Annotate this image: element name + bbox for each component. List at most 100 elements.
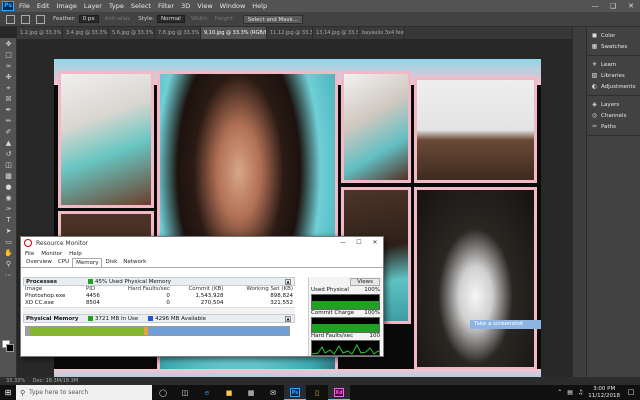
rm-tab-overview[interactable]: Overview — [23, 258, 55, 267]
feather-input[interactable]: 0 px — [78, 15, 99, 23]
panel-color[interactable]: ◼ Color — [587, 30, 640, 41]
tab-doc-5-active[interactable]: 9,10.jpg @ 33.3% (RGB/8) — [201, 27, 267, 39]
notifications-icon[interactable]: □ — [624, 386, 638, 399]
history-brush-icon[interactable]: ↺ — [3, 149, 14, 159]
clone-stamp-icon[interactable]: ▲ — [3, 138, 14, 148]
tab-doc-8[interactable]: bayaulio 3x4 feet2.psd — [359, 27, 405, 39]
gradient-icon[interactable]: ▩ — [3, 171, 14, 181]
menu-view[interactable]: View — [197, 2, 212, 10]
taskbar-search-box[interactable]: ⚲ Type here to search — [16, 385, 152, 400]
more-tools-icon[interactable]: ⋯ — [3, 270, 14, 280]
blur-icon[interactable]: ● — [3, 182, 14, 192]
network-icon[interactable]: ▤ — [567, 389, 573, 396]
col-working-set[interactable]: Working Set (KB) — [225, 286, 295, 293]
eyedropper-icon[interactable]: ✒ — [3, 105, 14, 115]
zoom-level[interactable]: 33.33% — [6, 378, 25, 384]
menu-file[interactable]: File — [19, 2, 30, 10]
col-image[interactable]: Image — [23, 286, 84, 293]
rm-maximize-icon[interactable]: ☐ — [351, 237, 367, 249]
tab-doc-7[interactable]: 13.14.jpg @ 33.3% (R... — [313, 27, 359, 39]
panel-layers[interactable]: ◈ Layers — [587, 99, 640, 110]
brush-icon[interactable]: ✐ — [3, 127, 14, 137]
taskbar-photoshop[interactable]: Ps — [284, 385, 306, 400]
style-select[interactable]: Normal — [156, 15, 185, 23]
edge-icon[interactable]: e — [196, 385, 218, 400]
menu-filter[interactable]: Filter — [158, 2, 174, 10]
rm-title-bar[interactable]: Resource Monitor — ☐ ✕ — [21, 237, 383, 249]
add-selection-icon[interactable] — [36, 14, 45, 24]
rm-tab-memory[interactable]: Memory — [72, 258, 103, 267]
lasso-icon[interactable]: ∞ — [3, 61, 14, 71]
panel-learn[interactable]: ☀ Learn — [587, 59, 640, 70]
tab-doc-6[interactable]: 11.12.jpg @ 33.3% (R... — [267, 27, 313, 39]
views-dropdown[interactable]: Views — [350, 278, 380, 286]
dodge-icon[interactable]: ◉ — [3, 193, 14, 203]
store-icon[interactable]: ▦ — [240, 385, 262, 400]
select-and-mask-button[interactable]: Select and Mask... — [242, 14, 303, 24]
collapse-icon[interactable]: ▲ — [285, 278, 291, 285]
panel-paths[interactable]: ✑ Paths — [587, 121, 640, 132]
rm-minimize-icon[interactable]: — — [335, 237, 351, 249]
menu-help[interactable]: Help — [252, 2, 267, 10]
panel-swatches[interactable]: ▦ Swatches — [587, 41, 640, 52]
rm-tab-network[interactable]: Network — [120, 258, 149, 267]
task-view-icon[interactable]: ◫ — [174, 385, 196, 400]
file-explorer-icon[interactable]: ■ — [218, 385, 240, 400]
col-hard-faults[interactable]: Hard Faults/sec — [109, 286, 172, 293]
type-icon[interactable]: T — [3, 215, 14, 225]
file-manager-icon[interactable]: ▯ — [306, 385, 328, 400]
menu-select[interactable]: Select — [131, 2, 151, 10]
processes-scrollbar[interactable] — [23, 307, 295, 314]
panel-adjustments[interactable]: ◐ Adjustments — [587, 81, 640, 92]
tab-doc-2[interactable]: 3.4.jpg @ 33.3% (R... — [63, 27, 109, 39]
menu-layer[interactable]: Layer — [84, 2, 102, 10]
menu-image[interactable]: Image — [56, 2, 76, 10]
physical-memory-section-header[interactable]: Physical Memory 3721 MB In Use 4296 MB A… — [23, 314, 295, 323]
rm-menu-monitor[interactable]: Monitor — [41, 251, 62, 257]
processes-section-header[interactable]: Processes 45% Used Physical Memory ▲ — [23, 277, 295, 286]
rm-menu-file[interactable]: File — [25, 251, 34, 257]
background-color-swatch[interactable] — [6, 344, 14, 352]
tray-up-icon[interactable]: ⌃ — [557, 389, 562, 396]
rm-tab-cpu[interactable]: CPU — [55, 258, 72, 267]
eraser-icon[interactable]: ◫ — [3, 160, 14, 170]
panel-channels[interactable]: ◎ Channels — [587, 110, 640, 121]
restore-icon[interactable]: ❑ — [604, 0, 622, 12]
table-row[interactable]: XD CC.exe 8504 0 270,504 321,552 — [23, 300, 295, 307]
marquee-tool-icon[interactable] — [6, 14, 15, 24]
crop-icon[interactable]: ⌖ — [3, 83, 14, 93]
shape-icon[interactable]: ▭ — [3, 237, 14, 247]
table-row[interactable]: Photoshop.exe 4456 0 1,543,928 898,824 — [23, 293, 295, 300]
path-select-icon[interactable]: ➤ — [3, 226, 14, 236]
cortana-icon[interactable]: ◯ — [152, 385, 174, 400]
quick-select-icon[interactable]: ❉ — [3, 72, 14, 82]
tab-doc-4[interactable]: 7.8.jpg @ 33.3% (R... — [155, 27, 201, 39]
menu-type[interactable]: Type — [109, 2, 124, 10]
marquee-icon[interactable]: □ — [3, 50, 14, 60]
close-icon[interactable]: ✕ — [622, 0, 640, 12]
new-selection-icon[interactable] — [21, 14, 30, 24]
zoom-icon[interactable]: ⚲ — [3, 259, 14, 269]
menu-edit[interactable]: Edit — [37, 2, 50, 10]
rm-tab-disk[interactable]: Disk — [102, 258, 120, 267]
rm-menu-help[interactable]: Help — [69, 251, 82, 257]
collapse-icon[interactable]: ▲ — [285, 315, 291, 322]
menu-3d[interactable]: 3D — [181, 2, 190, 10]
healing-brush-icon[interactable]: ✏ — [3, 116, 14, 126]
tab-doc-3[interactable]: 5.6.jpg @ 33.3% (R... — [109, 27, 155, 39]
volume-icon[interactable]: ♫ — [578, 389, 583, 396]
menu-window[interactable]: Window — [220, 2, 246, 10]
col-pid[interactable]: PID — [84, 286, 109, 293]
mail-icon[interactable]: ✉ — [262, 385, 284, 400]
clock[interactable]: 3:00 PM 11/12/2018 — [588, 386, 620, 400]
minimize-icon[interactable]: — — [586, 0, 604, 12]
frame-icon[interactable]: ☒ — [3, 94, 14, 104]
pen-icon[interactable]: ✑ — [3, 204, 14, 214]
move-tool-icon[interactable]: ✥ — [3, 39, 14, 49]
rm-close-icon[interactable]: ✕ — [367, 237, 383, 249]
antialias-checkbox[interactable]: Anti-alias — [105, 16, 131, 22]
col-commit[interactable]: Commit (KB) — [172, 286, 226, 293]
panel-libraries[interactable]: ▧ Libraries — [587, 70, 640, 81]
taskbar-xd[interactable]: Xd — [328, 385, 350, 400]
hand-icon[interactable]: ✋ — [3, 248, 14, 258]
